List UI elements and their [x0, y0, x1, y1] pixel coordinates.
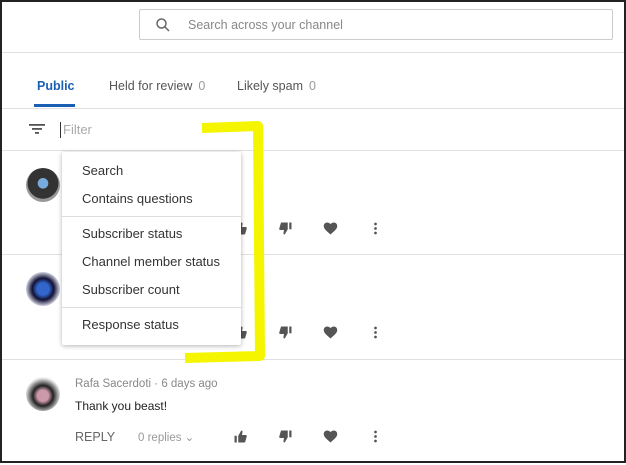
thumbs-down-icon[interactable] [278, 325, 293, 340]
comment-text: Thank you beast! [75, 399, 168, 413]
tab-label: Held for review [109, 79, 193, 93]
tab-public[interactable]: Public [37, 79, 75, 93]
comment-meta: Rafa Sacerdoti · 6 days ago [75, 378, 218, 390]
heart-icon[interactable] [323, 221, 338, 236]
active-tab-indicator [34, 104, 75, 107]
heart-icon[interactable] [323, 325, 338, 340]
filter-icon[interactable] [29, 122, 45, 136]
avatar[interactable] [26, 168, 60, 202]
comment-author[interactable]: Rafa Sacerdoti [75, 378, 151, 390]
tab-count: 0 [198, 79, 206, 93]
replies-toggle[interactable]: 0 replies ⌄ [138, 430, 194, 444]
tab-label: Public [37, 79, 75, 93]
search-icon [156, 18, 170, 32]
comment-divider [2, 359, 624, 360]
replies-count: 0 replies [138, 432, 182, 444]
reply-button[interactable]: REPLY [75, 430, 115, 444]
comment-time[interactable]: 6 days ago [161, 378, 217, 390]
avatar[interactable] [26, 377, 60, 411]
thumbs-down-icon[interactable] [278, 429, 293, 444]
menu-item-subscriber-count[interactable]: Subscriber count [82, 282, 180, 297]
menu-item-search[interactable]: Search [82, 163, 123, 178]
chevron-down-icon: ⌄ [184, 432, 195, 444]
thumbs-up-icon[interactable] [233, 429, 248, 444]
menu-item-channel-member-status[interactable]: Channel member status [82, 254, 220, 269]
menu-divider [62, 307, 241, 308]
header-divider [2, 52, 624, 53]
search-placeholder: Search across your channel [188, 18, 343, 32]
tab-likely-spam[interactable]: Likely spam 0 [237, 79, 316, 93]
filter-input[interactable]: Filter [60, 122, 92, 138]
search-box[interactable]: Search across your channel [139, 9, 613, 40]
filter-divider [2, 150, 624, 151]
tab-count: 0 [309, 79, 316, 93]
menu-item-subscriber-status[interactable]: Subscriber status [82, 226, 182, 241]
heart-icon[interactable] [323, 429, 338, 444]
more-vert-icon[interactable] [368, 221, 383, 236]
menu-item-contains-questions[interactable]: Contains questions [82, 191, 193, 206]
thumbs-down-icon[interactable] [278, 221, 293, 236]
more-vert-icon[interactable] [368, 325, 383, 340]
tabs-divider [2, 108, 624, 109]
more-vert-icon[interactable] [368, 429, 383, 444]
avatar[interactable] [26, 272, 60, 306]
menu-divider [62, 216, 241, 217]
tab-label: Likely spam [237, 79, 303, 93]
menu-item-response-status[interactable]: Response status [82, 317, 179, 332]
filter-dropdown-menu: Search Contains questions Subscriber sta… [62, 152, 241, 345]
tab-held-for-review[interactable]: Held for review 0 [109, 79, 205, 93]
